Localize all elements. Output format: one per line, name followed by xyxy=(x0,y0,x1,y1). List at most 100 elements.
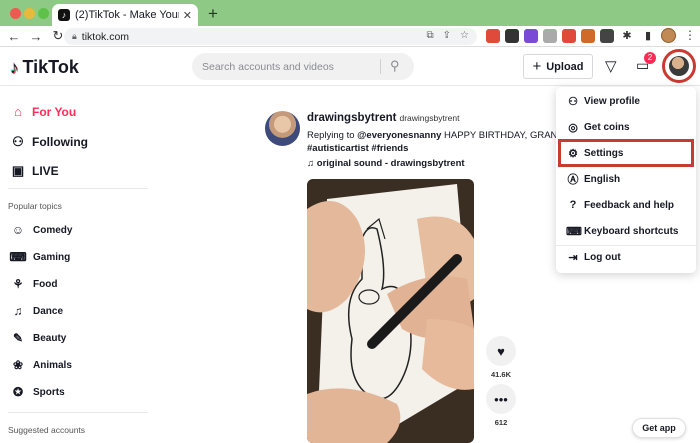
menu-item-english[interactable]: Ⓐ English xyxy=(566,170,621,188)
browser-tab[interactable]: ♪ (2)TikTok - Make Your Day ✕ xyxy=(52,4,198,26)
browser-toolbar: ← → ↻ 🔒︎ tiktok.com ⧉ ⇪ ☆ xyxy=(0,26,700,47)
following-icon: ⚇ xyxy=(12,134,24,149)
topic-beauty[interactable]: ✎ Beauty xyxy=(9,331,66,345)
post-author-avatar[interactable] xyxy=(265,111,300,146)
caption-mention[interactable]: @everyonesnanny xyxy=(357,130,441,141)
sidebar-divider xyxy=(8,412,148,413)
get-app-button[interactable]: Get app xyxy=(632,418,686,438)
suggested-accounts-title: Suggested accounts xyxy=(8,425,86,435)
dance-icon: ♫ xyxy=(13,304,23,318)
post-hashtags[interactable]: #autisticartist #friends xyxy=(307,143,408,154)
video-player[interactable] xyxy=(307,179,474,443)
animals-icon: ❀ xyxy=(12,358,24,372)
gaming-icon: ⌨ xyxy=(9,250,27,264)
menu-item-view-profile[interactable]: ⚇ View profile xyxy=(566,92,640,110)
menu-item-get-coins[interactable]: ◎ Get coins xyxy=(566,118,629,136)
topic-gaming[interactable]: ⌨ Gaming xyxy=(9,250,70,264)
coin-icon: ◎ xyxy=(568,121,578,134)
share-icon[interactable]: ⇪ xyxy=(443,30,451,41)
menu-item-label: English xyxy=(584,173,621,185)
url-text: tiktok.com xyxy=(81,30,130,43)
post-author-name[interactable]: drawingsbytrent xyxy=(307,112,396,124)
forward-button[interactable]: → xyxy=(28,29,44,44)
topic-label: Dance xyxy=(33,305,64,317)
menu-item-feedback[interactable]: ? Feedback and help xyxy=(566,196,674,214)
food-icon: ⚘ xyxy=(12,277,24,291)
sports-icon: ✪ xyxy=(12,385,24,399)
sidebar-item-following[interactable]: ⚇ Following xyxy=(9,134,88,150)
keyboard-icon: ⌨ xyxy=(566,225,582,238)
music-note-icon: ♫ xyxy=(307,158,317,169)
extension-icon[interactable] xyxy=(505,29,519,43)
sidebar-item-for-you[interactable]: ⌂ For You xyxy=(9,104,76,119)
tab-close-icon[interactable]: ✕ xyxy=(183,9,192,22)
tiktok-note-icon: ♪ xyxy=(10,57,19,77)
extension-icon[interactable] xyxy=(524,29,538,43)
topic-dance[interactable]: ♫ Dance xyxy=(9,304,64,318)
tiktok-favicon-icon: ♪ xyxy=(58,9,70,21)
extension-icon[interactable] xyxy=(581,29,595,43)
extension-icon[interactable] xyxy=(543,29,557,43)
heart-icon: ♥ xyxy=(497,343,505,359)
topic-label: Beauty xyxy=(33,332,67,344)
caption-prefix: Replying to xyxy=(307,130,358,141)
tiktok-logo[interactable]: ♪ TikTok xyxy=(10,57,79,78)
upload-label: Upload xyxy=(546,60,584,73)
plus-icon: + xyxy=(532,58,542,75)
minimize-window-button[interactable] xyxy=(24,8,35,19)
live-icon: ▣ xyxy=(11,163,25,178)
comedy-icon: ☺ xyxy=(11,223,25,237)
close-window-button[interactable] xyxy=(10,8,21,19)
popular-topics-title: Popular topics xyxy=(8,201,62,211)
comment-icon: ••• xyxy=(494,391,508,407)
comment-count: 612 xyxy=(494,418,508,427)
profile-avatar[interactable] xyxy=(669,56,689,76)
sidebar-item-label: For You xyxy=(32,104,77,119)
post-author-handle[interactable]: drawingsbytrent xyxy=(399,113,459,123)
extensions-puzzle-icon[interactable]: ✱ xyxy=(620,29,634,43)
browser-titlebar: ♪ (2)TikTok - Make Your Day ✕ + xyxy=(0,0,700,26)
logo-text: TikTok xyxy=(22,57,79,77)
extension-icon[interactable] xyxy=(600,29,614,43)
sidebar-item-label: LIVE xyxy=(32,164,59,178)
profile-dropdown-menu: ⚇ View profile ◎ Get coins ⚙ Settings Ⓐ … xyxy=(556,87,696,273)
inbox-badge: 2 xyxy=(644,52,656,64)
topic-animals[interactable]: ❀ Animals xyxy=(9,358,72,372)
bookmark-star-icon[interactable]: ☆ xyxy=(460,30,469,41)
topic-label: Animals xyxy=(33,359,72,371)
topic-label: Gaming xyxy=(33,251,71,263)
topic-comedy[interactable]: ☺ Comedy xyxy=(9,223,73,237)
topic-sports[interactable]: ✪ Sports xyxy=(9,385,65,399)
menu-item-log-out[interactable]: ⇥ Log out xyxy=(566,248,620,266)
side-panel-icon[interactable]: ▮ xyxy=(641,29,655,43)
user-icon: ⚇ xyxy=(568,95,578,108)
open-in-icon[interactable]: ⧉ xyxy=(427,30,434,41)
search-icon[interactable]: ⚲ xyxy=(390,58,400,74)
maximize-window-button[interactable] xyxy=(38,8,49,19)
post-author[interactable]: drawingsbytrent drawingsbytrent xyxy=(307,112,459,124)
comment-button[interactable]: ••• xyxy=(486,384,516,414)
topic-food[interactable]: ⚘ Food xyxy=(9,277,58,291)
video-frame-drawing xyxy=(307,179,474,443)
back-button[interactable]: ← xyxy=(6,29,22,44)
menu-item-keyboard-shortcuts[interactable]: ⌨ Keyboard shortcuts xyxy=(566,222,678,240)
like-count: 41.6K xyxy=(490,370,511,379)
topic-label: Comedy xyxy=(33,224,73,236)
extension-icon[interactable] xyxy=(486,29,500,43)
site-header: ♪ TikTok Search accounts and videos ⚲ + … xyxy=(0,48,700,86)
search-input[interactable]: Search accounts and videos ⚲ xyxy=(192,53,414,80)
like-button[interactable]: ♥ xyxy=(486,336,516,366)
sidebar-item-label: Following xyxy=(32,135,88,149)
topic-label: Sports xyxy=(33,386,65,398)
lock-icon: 🔒︎ xyxy=(72,31,77,41)
browser-profile-avatar[interactable] xyxy=(661,28,676,43)
address-bar[interactable]: 🔒︎ tiktok.com ⧉ ⇪ ☆ xyxy=(64,28,477,45)
extension-icon[interactable] xyxy=(562,29,576,43)
upload-button[interactable]: + Upload xyxy=(523,54,593,79)
post-sound[interactable]: ♫ original sound - drawingsbytrent xyxy=(307,158,465,169)
browser-menu-icon[interactable]: ⋮ xyxy=(684,28,696,42)
new-tab-button[interactable]: + xyxy=(208,4,218,24)
settings-highlight-box xyxy=(558,139,694,167)
send-message-icon[interactable]: ▽ xyxy=(605,57,617,75)
sidebar-item-live[interactable]: ▣ LIVE xyxy=(9,163,59,179)
